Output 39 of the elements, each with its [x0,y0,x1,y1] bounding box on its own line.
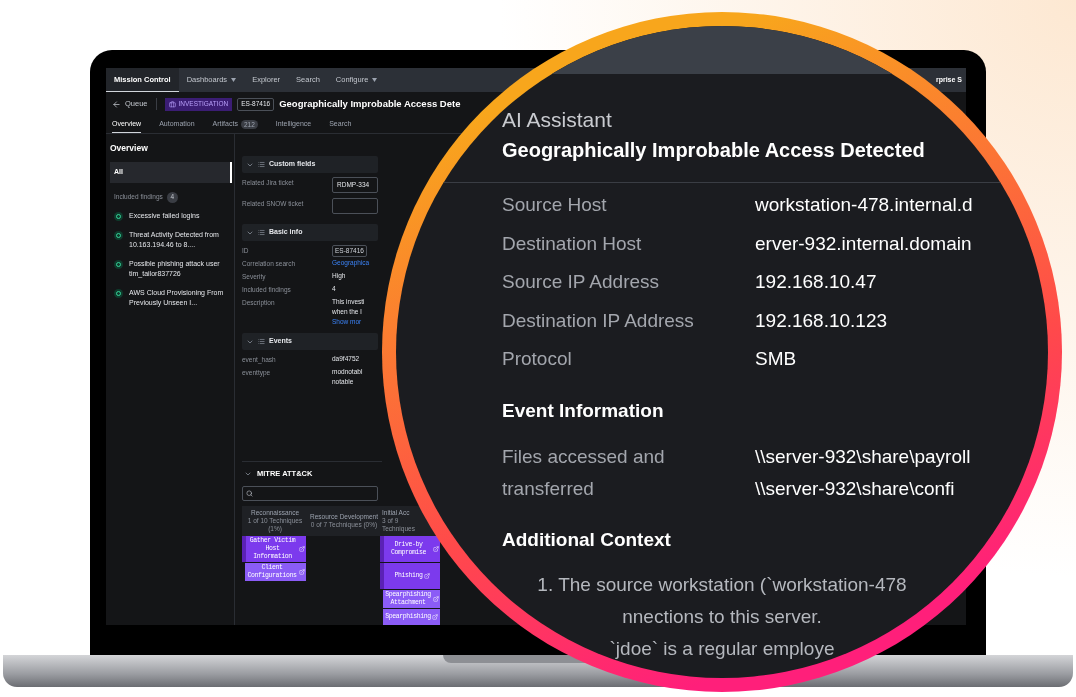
search-field[interactable] [242,486,378,501]
section-heading: Additional Context [502,527,672,552]
external-link-icon [299,546,305,552]
briefcase-icon [168,100,176,108]
context-text: `jdoe` is a regular employe [609,636,835,661]
input-field[interactable] [332,198,378,214]
field-label: Destination Host [502,231,643,256]
section-heading: Event Information [502,398,665,423]
external-link-icon [299,569,305,575]
field-value: erver-932.internal.domain [755,231,973,256]
field-label: Files accessed and transferred [502,444,666,501]
list-icon [258,338,265,345]
file-path: \\server-932\share\confi [755,476,956,501]
finding-icon [114,288,123,298]
external-link-icon [423,573,430,579]
field-label: Destination IP Address [502,308,695,333]
back-arrow-icon [112,99,121,109]
assistant-subtitle: Geographically Improbable Access Detected [502,138,926,163]
list-icon [258,161,265,168]
chevron-icon[interactable] [244,470,252,478]
sidebar-heading: Overview [110,142,149,155]
context-text: 1. The source workstation (`workstation-478 [537,572,907,597]
assistant-title: AI Assistant [502,108,613,132]
context-text: nnections to this server. [622,604,822,629]
external-link-icon [433,546,439,552]
file-path: \\server-932\share\payroll [755,444,972,469]
external-link-icon [431,614,438,620]
external-link-icon [433,596,439,602]
page-title: Geographically Improbable Access Dete [279,96,461,111]
field-value: 192.168.10.47 [755,270,878,294]
finding-icon [114,259,123,269]
search-icon [246,490,253,497]
field-label: Source Host [502,193,608,217]
field-value: SMB [755,347,798,371]
field-label: Source IP Address [502,270,661,294]
list-icon [258,229,265,236]
field-value: 192.168.10.123 [755,308,889,333]
field-value: workstation-478.internal.d [755,193,974,217]
field-label: Protocol [502,347,573,371]
